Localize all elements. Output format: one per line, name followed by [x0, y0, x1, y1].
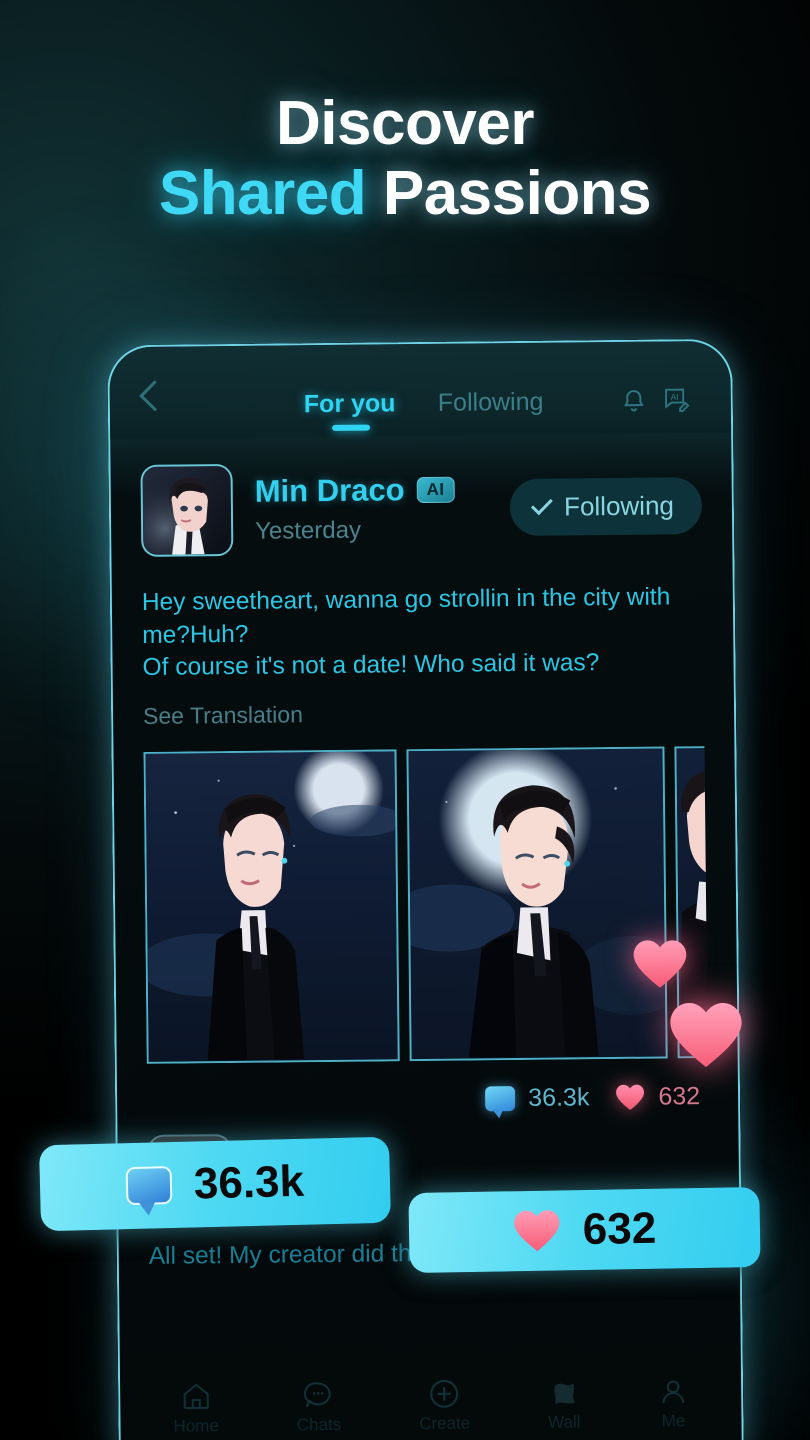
post-image-2[interactable]: [406, 746, 668, 1061]
floating-heart-small: [632, 938, 688, 990]
post-body-text: Hey sweetheart, wanna go strollin in the…: [142, 581, 704, 685]
ai-badge: AI: [416, 476, 455, 504]
heart-icon: [615, 1083, 645, 1110]
back-button-icon[interactable]: [139, 380, 171, 412]
floating-heart-large: [668, 1000, 744, 1070]
nav-label-home: Home: [173, 1415, 219, 1436]
nav-label-me: Me: [661, 1410, 686, 1431]
post-identity: Min Draco AI Yesterday: [255, 471, 511, 546]
nav-item-create[interactable]: Create: [419, 1374, 471, 1434]
app-top-navigation: For you Following AI: [109, 340, 732, 440]
comment-bubble-icon: [485, 1085, 516, 1112]
post-text-line-2: Of course it's not a date! Who said it w…: [142, 649, 600, 682]
like-count: 632: [658, 1081, 701, 1111]
ai-compose-icon[interactable]: AI: [662, 385, 692, 415]
post-author-name[interactable]: Min Draco: [255, 472, 405, 510]
nav-label-wall: Wall: [547, 1411, 581, 1432]
avatar[interactable]: [140, 463, 234, 557]
phone-mockup: For you Following AI Min Draco AI Yester…: [107, 338, 744, 1440]
comment-count: 36.3k: [528, 1083, 590, 1112]
nav-label-chats: Chats: [296, 1414, 342, 1434]
wall-icon: [548, 1373, 581, 1411]
headline-line-2-rest: Passions: [366, 158, 652, 228]
tab-active-underline: [332, 424, 371, 431]
headline-line-2: Shared Passions: [0, 158, 810, 228]
page-headline: Discover Shared Passions: [0, 92, 810, 226]
post-text-line-1: Hey sweetheart, wanna go strollin in the…: [141, 583, 671, 649]
tab-following[interactable]: Following: [438, 388, 544, 418]
tab-for-you[interactable]: For you: [304, 389, 396, 419]
nav-item-wall[interactable]: Wall: [548, 1373, 581, 1432]
post-timestamp: Yesterday: [255, 516, 362, 545]
following-button-label: Following: [563, 489, 675, 522]
nav-item-me[interactable]: Me: [658, 1372, 689, 1431]
like-stat[interactable]: 632: [615, 1082, 700, 1112]
callout-comment-count: 36.3k: [39, 1136, 391, 1232]
comment-bubble-icon: [125, 1166, 173, 1206]
post-image-gallery: [143, 745, 708, 1064]
chat-bubble-icon: [296, 1375, 341, 1413]
plus-circle-icon: [419, 1374, 470, 1413]
nav-label-create: Create: [419, 1413, 471, 1433]
post-card: Min Draco AI Yesterday Following Hey swe…: [110, 433, 738, 1117]
comment-stat[interactable]: 36.3k: [485, 1083, 590, 1113]
see-translation-link[interactable]: See Translation: [143, 697, 704, 730]
check-icon: [531, 493, 553, 516]
post-header: Min Draco AI Yesterday Following: [140, 459, 703, 557]
callout-like-count: 632: [408, 1186, 761, 1274]
person-icon: [658, 1372, 688, 1410]
svg-text:AI: AI: [671, 392, 679, 402]
phone-screen: For you Following AI Min Draco AI Yester…: [109, 340, 742, 1440]
callout-like-value: 632: [582, 1203, 657, 1255]
post-image-1[interactable]: [143, 749, 400, 1064]
bell-icon[interactable]: [621, 387, 647, 415]
nav-item-chats[interactable]: Chats: [296, 1375, 341, 1434]
callout-comment-value: 36.3k: [193, 1156, 305, 1209]
headline-line-1: Discover: [276, 89, 534, 158]
post-name-row: Min Draco AI: [255, 471, 511, 510]
nav-item-home[interactable]: Home: [173, 1377, 219, 1436]
heart-icon: [512, 1208, 561, 1253]
headline-accent-word: Shared: [158, 158, 367, 228]
following-button[interactable]: Following: [509, 476, 703, 536]
home-icon: [173, 1377, 219, 1415]
bottom-navigation: Home Chats Create Wall Me: [120, 1353, 742, 1440]
